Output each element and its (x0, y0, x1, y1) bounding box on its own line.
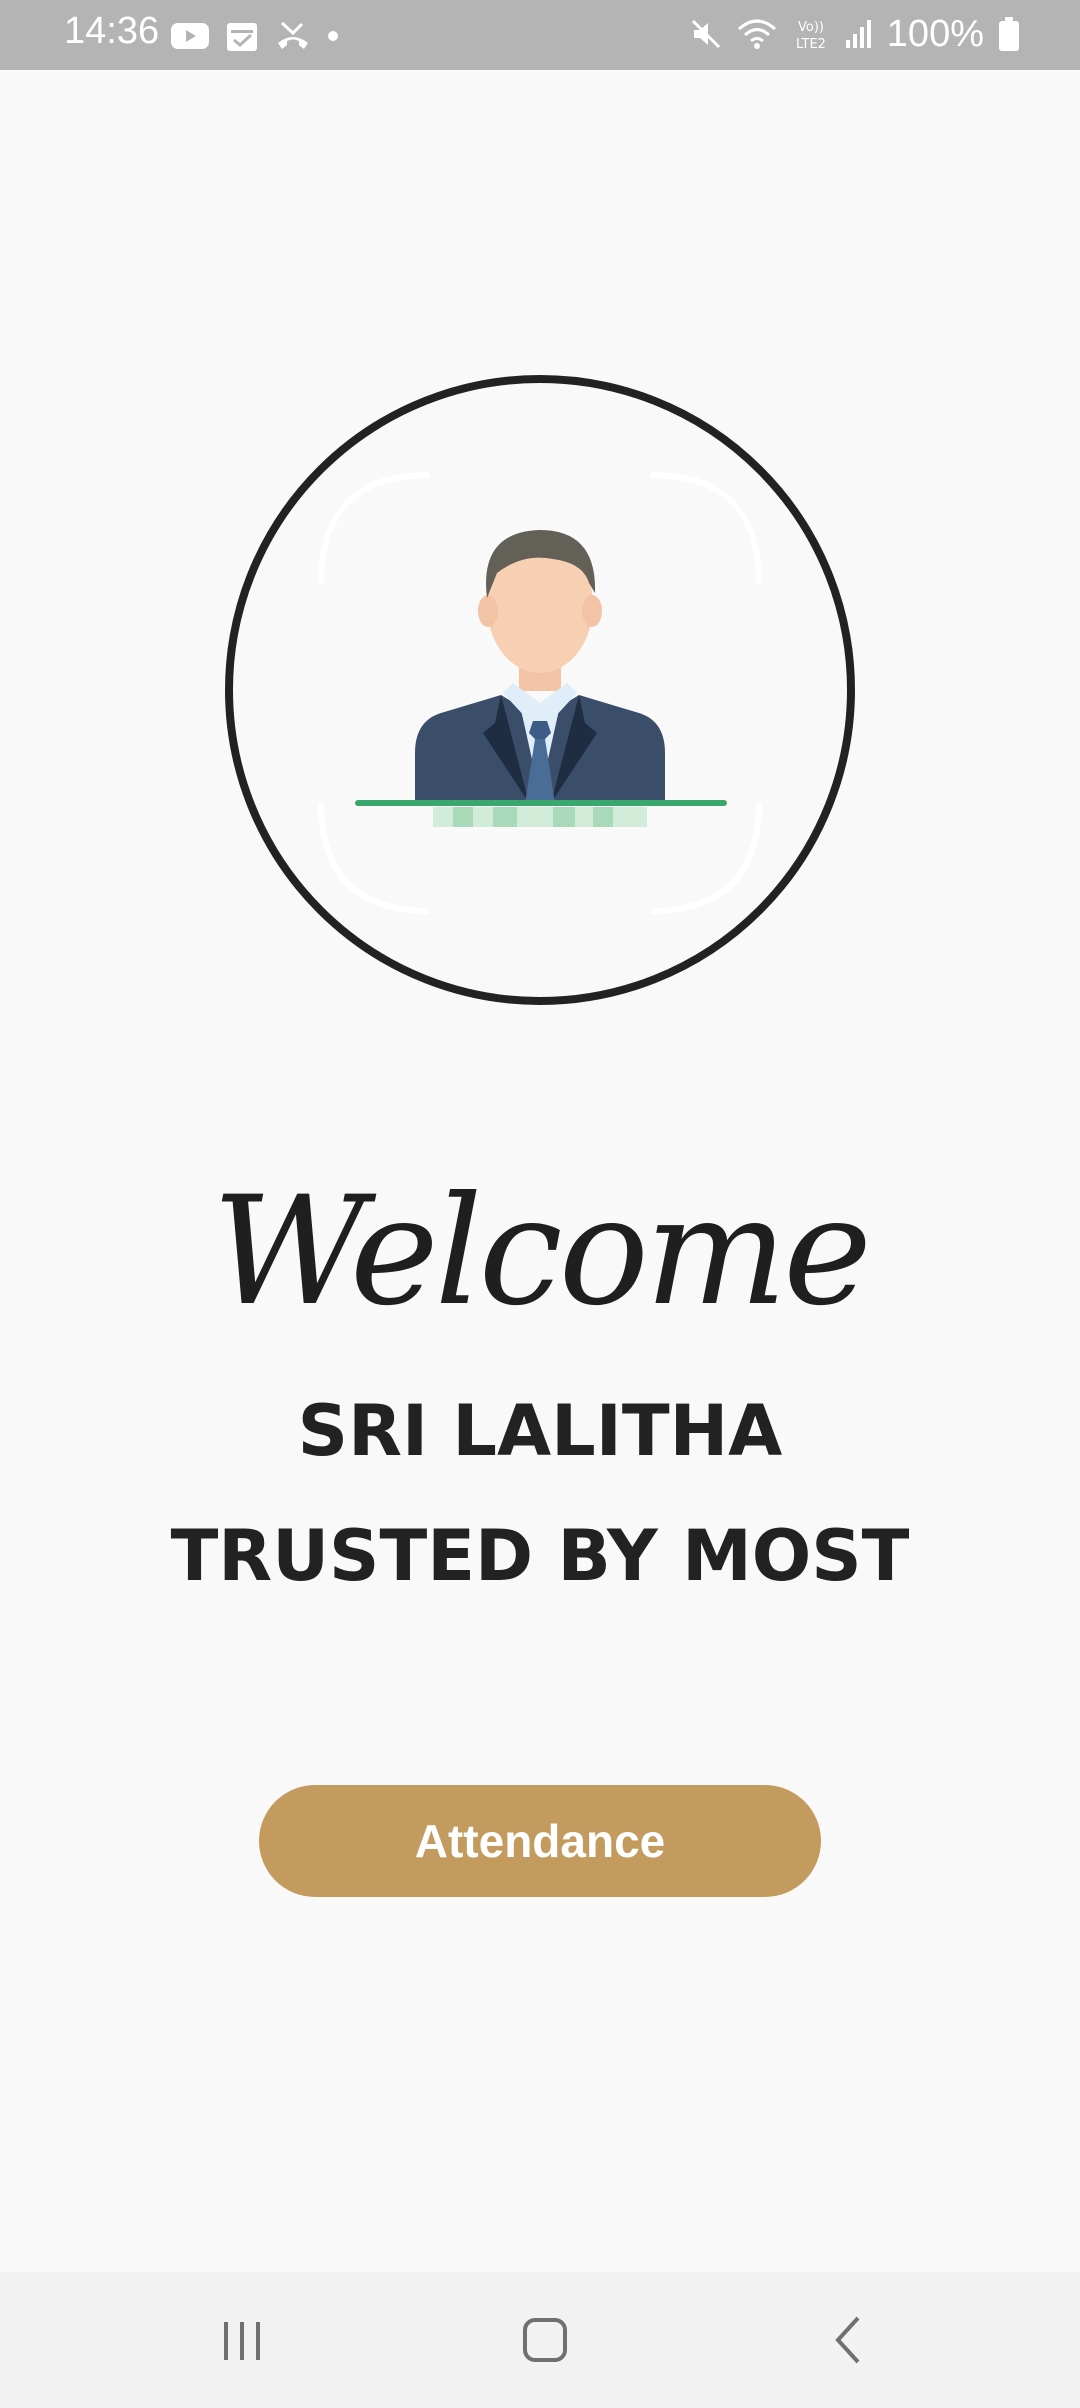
attendance-button[interactable]: Attendance (259, 1785, 821, 1897)
main-content: Welcome SRI LALITHA TRUSTED BY MOST Atte… (0, 70, 1080, 2272)
wifi-icon (737, 17, 777, 51)
tagline: TRUSTED BY MOST (170, 1515, 910, 1597)
signal-icon (845, 18, 873, 50)
home-icon[interactable] (505, 2310, 585, 2370)
face-scan-frame (225, 375, 855, 1005)
volte-icon: Vo)) LTE2 (791, 16, 831, 52)
battery-icon (998, 16, 1020, 52)
back-icon[interactable] (808, 2310, 888, 2370)
dot-icon (326, 29, 340, 43)
notification-icons (170, 16, 340, 56)
svg-text:LTE2: LTE2 (796, 37, 826, 52)
calendar-icon (224, 18, 260, 54)
system-icons: Vo)) LTE2 100% (689, 12, 1020, 56)
status-time: 14:36 (64, 10, 160, 52)
welcome-heading: Welcome (211, 1165, 872, 1339)
navigation-bar (0, 2272, 1080, 2408)
recent-apps-icon[interactable] (203, 2310, 283, 2370)
battery-percent: 100% (886, 12, 984, 55)
status-bar: 14:36 Vo)) LTE2 100% (0, 0, 1080, 70)
youtube-icon (170, 21, 210, 51)
svg-text:Vo)): Vo)) (798, 20, 824, 35)
missed-call-icon (274, 19, 312, 53)
employee-avatar-icon (318, 472, 762, 914)
company-name: SRI LALITHA (297, 1390, 783, 1472)
mute-icon (689, 17, 723, 51)
